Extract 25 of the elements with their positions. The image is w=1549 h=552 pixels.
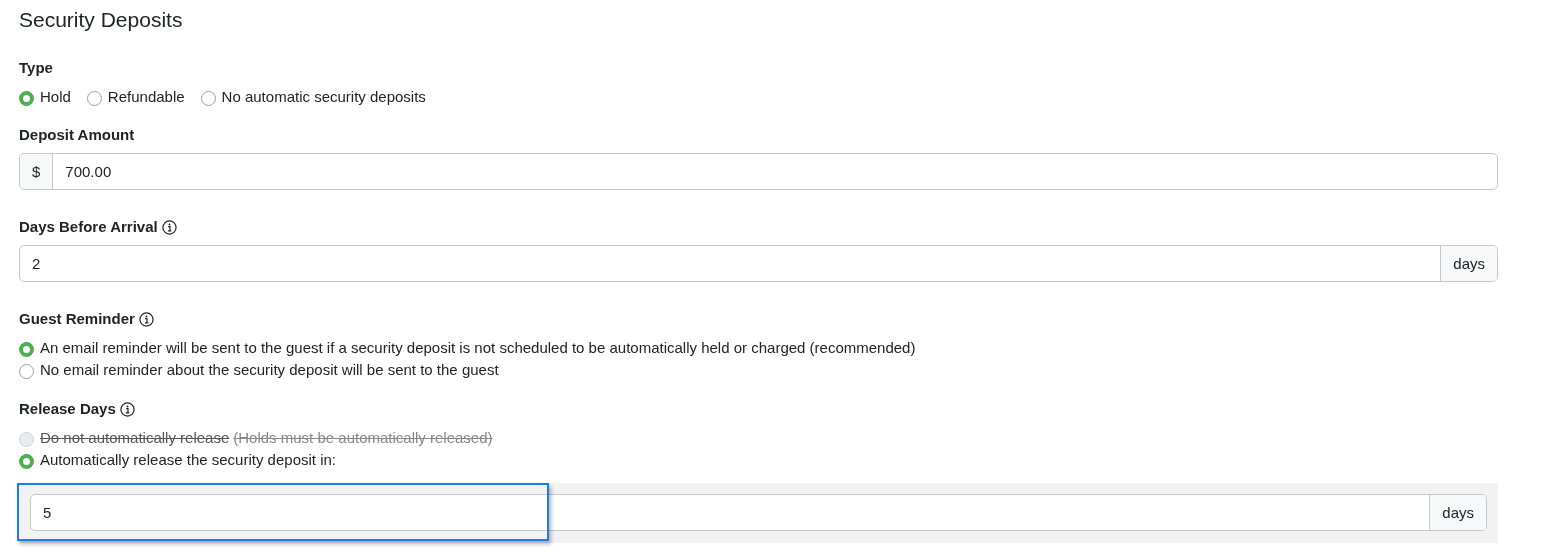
- amount-field[interactable]: $ 700.00: [19, 153, 1498, 190]
- option-label: No email reminder about the security deposit will be sent to the guest: [40, 360, 499, 380]
- field-label: Guest Reminder: [19, 309, 135, 329]
- field-label: Deposit Amount: [19, 125, 135, 145]
- field-label: Type: [19, 58, 53, 78]
- info-icon[interactable]: [161, 219, 177, 235]
- option-label: Hold: [40, 87, 71, 107]
- radio-button[interactable]: [19, 342, 34, 357]
- option-label: An email reminder will be sent to the guest if a security deposit is not scheduled to be automatically held or charged (recommended): [40, 338, 916, 358]
- option-label: Automatically release the security deposit in:: [40, 450, 336, 470]
- release-days-field[interactable]: 5 days: [30, 494, 1487, 531]
- option-label: Do not automatically release (Holds must be automatically released): [40, 428, 493, 448]
- info-icon[interactable]: [138, 311, 154, 327]
- radio-button[interactable]: [200, 91, 216, 106]
- page-title: Security Deposits: [19, 7, 184, 33]
- radio-button[interactable]: [86, 91, 102, 106]
- radio-button[interactable]: [19, 454, 34, 469]
- radio-button[interactable]: [19, 91, 34, 106]
- info-icon[interactable]: [119, 401, 135, 417]
- radio-button[interactable]: [19, 364, 34, 379]
- field-label: Release Days: [19, 399, 116, 419]
- days-field[interactable]: 2 days: [19, 245, 1498, 282]
- field-label: Days Before Arrival: [19, 217, 158, 237]
- option-label: Refundable: [107, 87, 185, 107]
- option-label: No automatic security deposits: [221, 87, 426, 107]
